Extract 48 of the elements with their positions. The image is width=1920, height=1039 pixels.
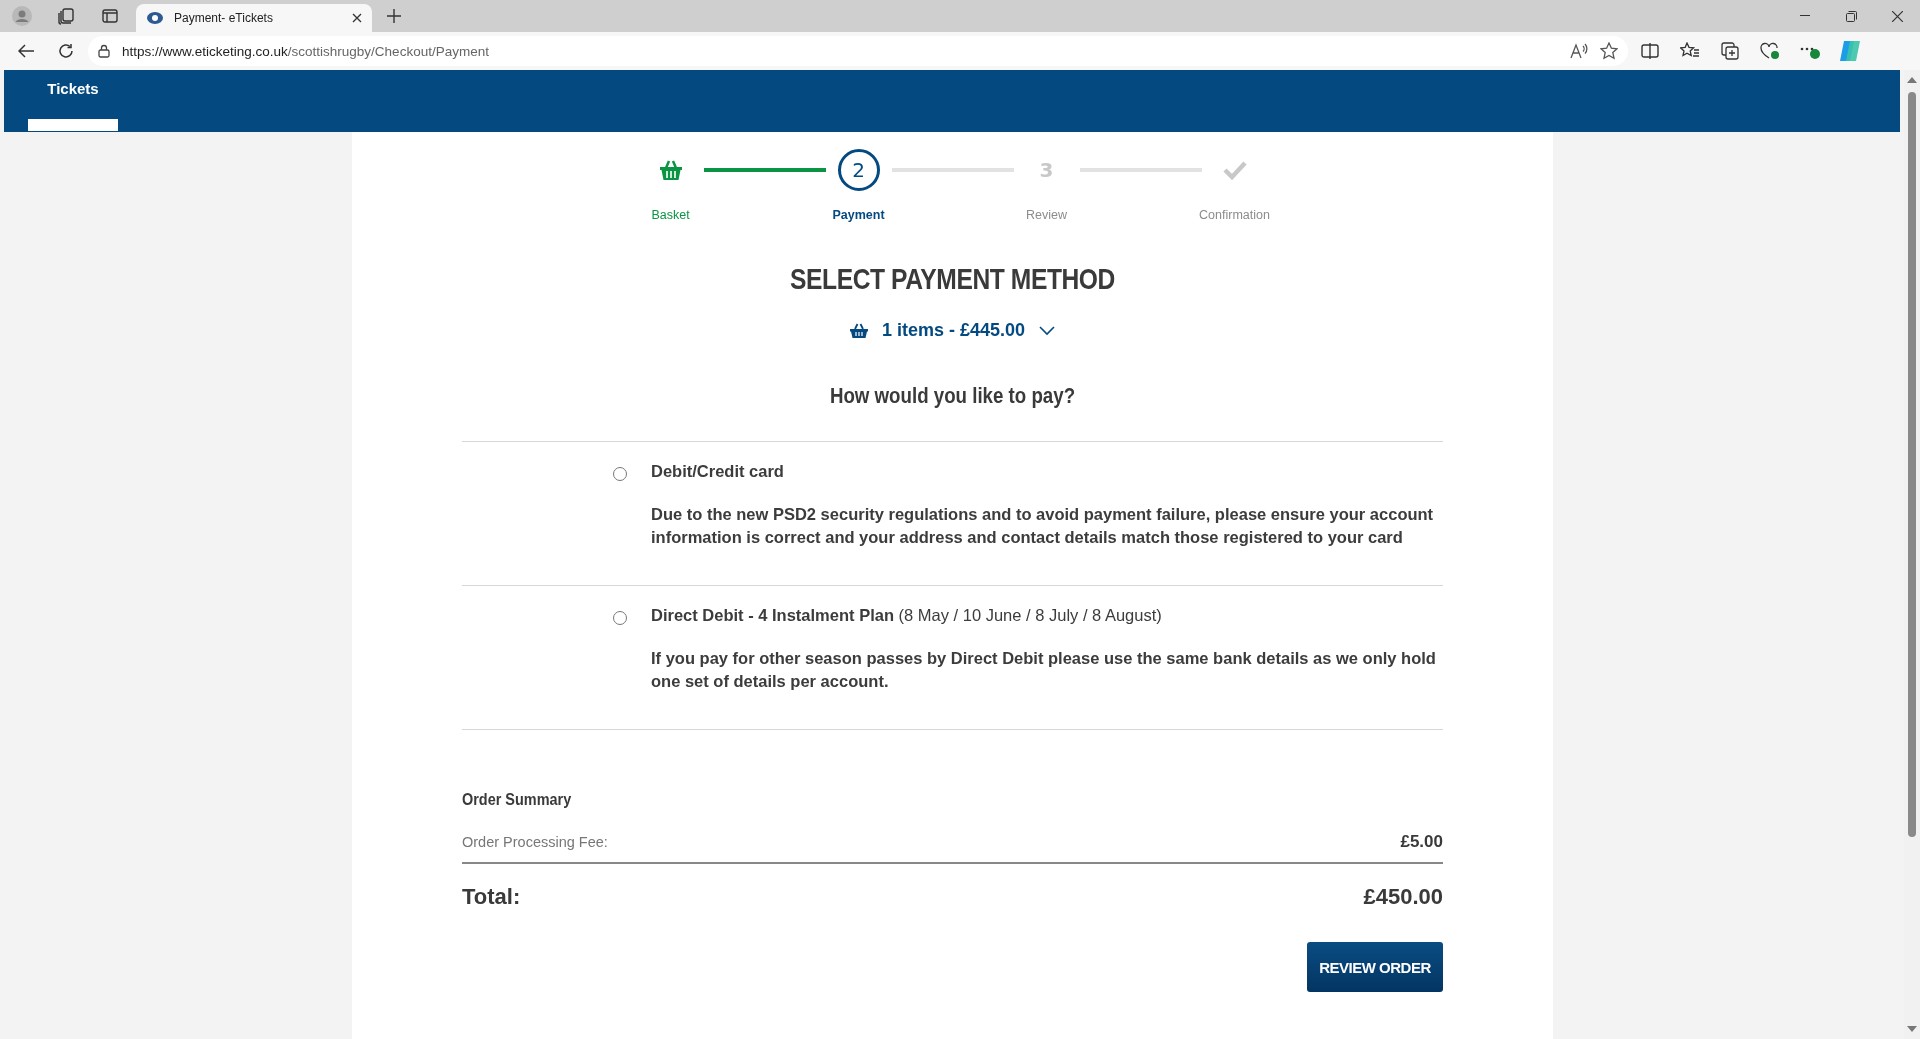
option-title[interactable]: Debit/Credit card [651, 462, 1441, 481]
step-number: 2 [837, 149, 880, 191]
step-label: Confirmation [1199, 208, 1270, 222]
collections-icon[interactable] [57, 7, 75, 25]
order-summary-heading: Order Summary [462, 790, 573, 810]
total-label: Total: [462, 884, 521, 910]
health-icon[interactable] [1760, 42, 1780, 60]
scroll-down-icon[interactable] [1907, 1025, 1917, 1033]
step-label: Review [1026, 208, 1067, 222]
basket-icon [658, 159, 683, 181]
step-label: Payment [832, 208, 885, 222]
new-tab-icon[interactable] [387, 9, 401, 23]
option-description: If you pay for other season passes by Direct Debit please use the same bank details as we only hold one set of details per account. [651, 648, 1437, 692]
close-icon[interactable] [352, 13, 362, 23]
read-aloud-icon[interactable] [1570, 43, 1588, 59]
basket-icon [849, 322, 868, 339]
split-screen-icon[interactable] [1641, 43, 1659, 59]
basket-summary[interactable]: 1 items - £445.00 [881, 320, 1026, 341]
total-value: £450.00 [1363, 884, 1443, 910]
close-icon[interactable] [1891, 10, 1903, 22]
profile-icon[interactable] [12, 6, 32, 26]
collections-add-icon[interactable] [1721, 42, 1739, 60]
restore-icon[interactable] [1845, 10, 1857, 22]
radio-button[interactable] [613, 611, 627, 625]
review-order-button[interactable]: REVIEW ORDER [1307, 942, 1443, 992]
question-heading: How would you like to pay? [828, 383, 1077, 409]
check-icon [1222, 160, 1247, 180]
favorites-icon[interactable] [1680, 42, 1700, 60]
option-description: Due to the new PSD2 security regulations and to avoid payment failure, please ensure your account information is correct and your address and contact details match those registered to your card [651, 504, 1435, 548]
chevron-down-icon[interactable] [1039, 325, 1056, 336]
browser-tab[interactable]: Payment- eTickets [136, 4, 372, 32]
minimize-icon[interactable] [1800, 15, 1810, 17]
back-icon[interactable] [18, 44, 34, 58]
lock-icon [98, 44, 110, 58]
step-label: Basket [651, 208, 690, 222]
tab-actions-icon[interactable] [102, 8, 118, 24]
option-title[interactable]: Direct Debit - 4 Instalment Plan (8 May / 10 June / 8 July / 8 August) [651, 606, 1441, 625]
scroll-up-icon[interactable] [1907, 76, 1917, 84]
radio-button[interactable] [613, 467, 627, 481]
reload-icon[interactable] [58, 43, 74, 59]
scrollbar-thumb[interactable] [1908, 92, 1916, 837]
copilot-icon[interactable] [1838, 39, 1862, 63]
nav-tab[interactable]: Tickets [28, 70, 118, 132]
star-icon[interactable] [1600, 42, 1618, 60]
fee-value: £5.00 [1400, 832, 1443, 852]
fee-label: Order Processing Fee: [462, 834, 608, 850]
address-bar[interactable]: https://www.eticketing.co.uk/scottishrugby/Checkout/Payment [88, 36, 1628, 66]
page-title: SELECT PAYMENT METHOD [789, 262, 1116, 296]
